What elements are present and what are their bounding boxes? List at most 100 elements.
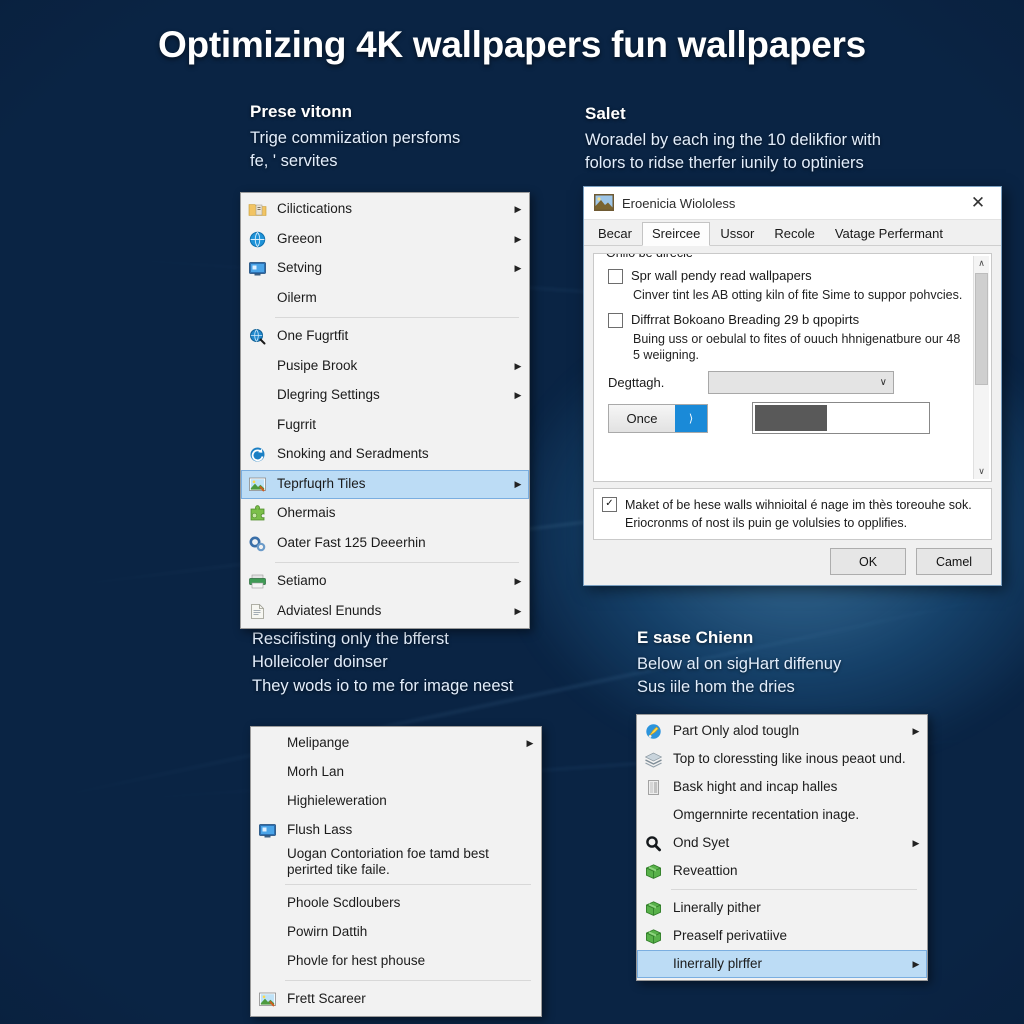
split-button-label[interactable]: Once: [609, 405, 675, 432]
menu-item-label: Morh Lan: [281, 764, 523, 781]
option-2-description: Buing uss or oebulal to fites of ouuch h…: [633, 331, 963, 364]
globe-icon: [243, 228, 271, 250]
ok-button[interactable]: OK: [830, 548, 906, 575]
combo-row: Degttagh. ∨: [608, 371, 983, 394]
caption-emphasis: the bfferst: [376, 630, 449, 648]
menu-item[interactable]: Fugrrit: [241, 411, 529, 441]
menu-item[interactable]: Frett Scareer: [251, 985, 541, 1014]
caption-emphasis: Below al on sigHart: [637, 655, 779, 673]
menu-item-label: Uogan Contoriation foe tamd best perirte…: [281, 846, 523, 879]
menu-item[interactable]: Omgernnirte recentation inage.: [637, 801, 927, 829]
checkbox-option-2[interactable]: [608, 313, 623, 328]
display-icon: [243, 258, 271, 280]
context-menu-bottom-left[interactable]: Melipange▶ Morh Lan Highieleweration Flush …: [250, 726, 542, 1017]
context-menu-left[interactable]: Cilictications▶Greeon▶Setving▶Oilerm One …: [240, 192, 530, 629]
menu-item[interactable]: Dlegring Settings▶: [241, 381, 529, 411]
menu-item-label: Phovle for hest phouse: [281, 953, 523, 970]
menu-item-label: Flush Lass: [281, 822, 523, 839]
menu-item[interactable]: Flush Lass: [251, 816, 541, 845]
context-menu-bottom-right[interactable]: Part Only alod tougln▶ Top to cloressting…: [636, 714, 928, 981]
search-icon: [639, 832, 667, 854]
dialog-tab[interactable]: Ussor: [710, 222, 764, 246]
menu-item[interactable]: Greeon▶: [241, 225, 529, 255]
caption-line: fe, ʹ servites: [250, 150, 550, 173]
menu-item[interactable]: Uogan Contoriation foe tamd best perirte…: [251, 845, 541, 880]
caption-line: Sus iile hom the dries: [637, 676, 967, 699]
option-1-row[interactable]: Spr wall pendy read wallpapers: [608, 268, 983, 284]
scroll-up-icon[interactable]: ∧: [978, 256, 985, 271]
footer-checkbox-row[interactable]: ✓ Maket of be hese walls wihnioital é na…: [593, 488, 992, 540]
menu-item-label: Melipange: [281, 735, 523, 752]
menu-item[interactable]: Pusipe Brook▶: [241, 352, 529, 382]
menu-item[interactable]: Ond Syet▶: [637, 829, 927, 857]
menu-item-icon-empty: [253, 762, 281, 784]
checkbox-option-1[interactable]: [608, 269, 623, 284]
menu-item[interactable]: Iinerrally plrffer▶: [637, 950, 927, 978]
menu-item[interactable]: Oater Fast 125 Deeerhin: [241, 529, 529, 559]
scrollbar-thumb[interactable]: [975, 273, 988, 385]
menu-item[interactable]: Cilictications▶: [241, 195, 529, 225]
menu-item[interactable]: Oilerm: [241, 284, 529, 314]
menu-item[interactable]: Linerally pither: [637, 894, 927, 922]
menu-item[interactable]: Highieleweration: [251, 787, 541, 816]
dialog-body: Onilo be direcle Spr wall pendy read wal…: [584, 246, 1001, 548]
dialog-title: Eroenicia Wiololess: [622, 196, 961, 211]
caption-line: Below al on sigHart diffenuy: [637, 653, 967, 676]
split-button-dropdown-icon[interactable]: ⟩: [675, 405, 707, 432]
split-button[interactable]: Once ⟩: [608, 404, 708, 433]
menu-item[interactable]: Top to cloressting like inous peaot und.: [637, 745, 927, 773]
menu-item-icon-empty: [639, 804, 667, 826]
menu-item[interactable]: Part Only alod tougln▶: [637, 717, 927, 745]
menu-item[interactable]: Adviatesl Enunds▶: [241, 597, 529, 627]
menu-item-label: Phoole Scdloubers: [281, 895, 523, 912]
menu-item[interactable]: Phoole Scdloubers: [251, 889, 541, 918]
submenu-arrow-icon: ▶: [523, 738, 537, 749]
dialog-tab[interactable]: Recole: [764, 222, 824, 246]
search-globe-icon: [243, 326, 271, 348]
menu-item-label: Highieleweration: [281, 793, 523, 810]
page-title: Optimizing 4K wallpapers fun wallpapers: [0, 24, 1024, 66]
menu-item-icon-empty: [253, 950, 281, 972]
menu-item[interactable]: Snoking and Seradments: [241, 440, 529, 470]
menu-item-label: One Fugrtfit: [271, 328, 511, 345]
group-scrollbar[interactable]: ∧ ∨: [973, 256, 989, 479]
cancel-button[interactable]: Camel: [916, 548, 992, 575]
close-icon[interactable]: ✕: [961, 188, 995, 218]
caption-heading: E sase Chienn: [637, 628, 967, 648]
dialog-tab[interactable]: Becar: [588, 222, 642, 246]
option-2-row[interactable]: Diffrrat Bokoano Breading 29 b qpopirts: [608, 312, 983, 328]
submenu-arrow-icon: ▶: [511, 606, 525, 617]
menu-item[interactable]: Setiamo▶: [241, 567, 529, 597]
checkbox-footer[interactable]: ✓: [602, 497, 617, 512]
menu-item-icon-empty: [253, 921, 281, 943]
layers-icon: [639, 748, 667, 770]
caption-heading: Salet: [585, 104, 1005, 124]
menu-item-label: Omgernnirte recentation inage.: [667, 807, 909, 824]
menu-item-label: Top to cloressting like inous peaot und.: [667, 751, 909, 767]
menu-item[interactable]: Morh Lan: [251, 758, 541, 787]
dialog-tab[interactable]: Vatage Perfermant: [825, 222, 953, 246]
menu-item[interactable]: One Fugrtfit: [241, 322, 529, 352]
chevron-down-icon: ∨: [880, 377, 887, 388]
menu-item[interactable]: Reveattion: [637, 857, 927, 885]
settings-dialog[interactable]: Eroenicia Wiololess ✕ BecarSreirceeUssor…: [583, 186, 1002, 586]
menu-item[interactable]: Ohermais: [241, 499, 529, 529]
menu-item-label: Teprfuqrh Tiles: [271, 476, 511, 493]
menu-item-icon-empty: [639, 953, 667, 975]
dialog-tab[interactable]: Sreircee: [642, 222, 710, 246]
menu-item[interactable]: Bask hight and incap halles: [637, 773, 927, 801]
dialog-tabstrip[interactable]: BecarSreirceeUssorRecoleVatage Perferman…: [584, 220, 1001, 246]
menu-item[interactable]: Setving▶: [241, 254, 529, 284]
menu-item-label: Part Only alod tougln: [667, 723, 909, 740]
caption-top-right: Salet Woradel by each ing the 10 delikfi…: [585, 104, 1005, 176]
option-1-label: Spr wall pendy read wallpapers: [631, 268, 812, 284]
document-icon: [243, 600, 271, 622]
menu-item[interactable]: Phovle for hest phouse: [251, 947, 541, 976]
scroll-down-icon[interactable]: ∨: [978, 464, 985, 479]
menu-item[interactable]: Preaself perivatiive: [637, 922, 927, 950]
dropdown-select[interactable]: ∨: [708, 371, 894, 394]
menu-item[interactable]: Teprfuqrh Tiles▶: [241, 470, 529, 500]
menu-item-icon-empty: [253, 791, 281, 813]
menu-item[interactable]: Melipange▶: [251, 729, 541, 758]
menu-item[interactable]: Powirn Dattih: [251, 918, 541, 947]
